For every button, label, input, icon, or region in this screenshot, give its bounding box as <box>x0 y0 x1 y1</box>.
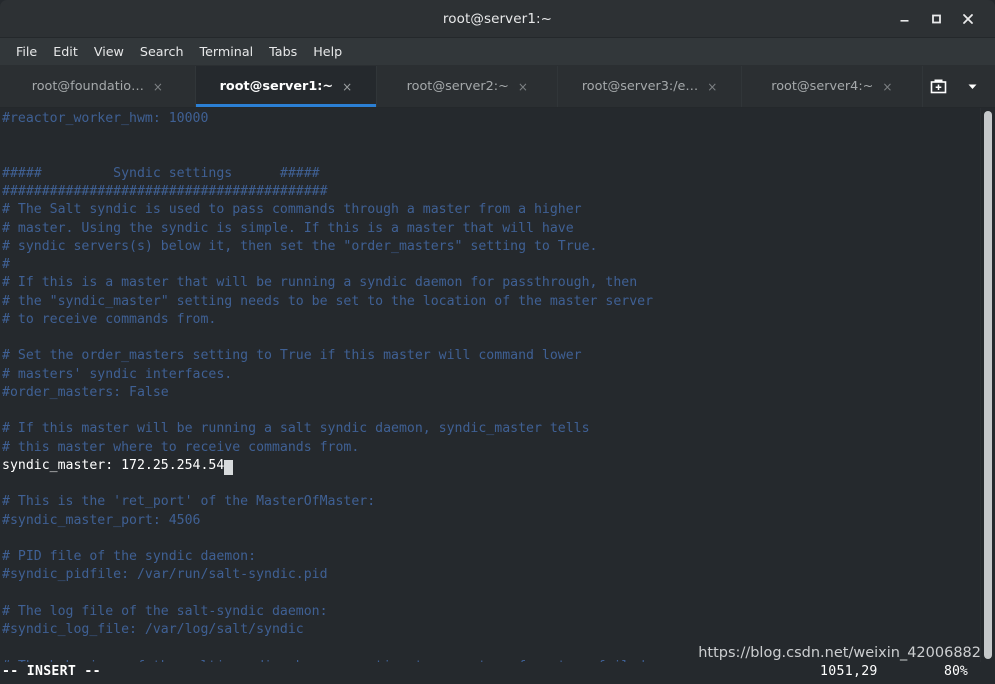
terminal-line: # The Salt syndic is used to pass comman… <box>2 202 582 218</box>
terminal-line: ##### Syndic settings ##### <box>2 165 320 181</box>
terminal-line: # syndic servers(s) below it, then set t… <box>2 238 598 254</box>
tab-label: root@server3:/e… <box>581 79 699 94</box>
menu-item-help[interactable]: Help <box>305 41 350 62</box>
window-controls <box>889 6 995 32</box>
tab-root-server1[interactable]: root@server1:~ × <box>195 66 378 107</box>
close-icon[interactable]: × <box>707 81 717 93</box>
menu-item-edit[interactable]: Edit <box>45 41 86 62</box>
terminal-text-viewport[interactable]: #reactor_worker_hwm: 10000 ##### Syndic … <box>0 108 980 662</box>
terminal-line: #syndic_master_port: 4506 <box>2 512 201 528</box>
close-icon[interactable]: × <box>153 81 163 93</box>
scrollbar-thumb[interactable] <box>984 111 992 659</box>
terminal-line: #order_masters: False <box>2 384 169 400</box>
tab-root-server3[interactable]: root@server3:/e… × <box>558 66 742 107</box>
vim-mode-indicator: -- INSERT -- <box>2 664 101 679</box>
menu-item-file[interactable]: File <box>8 41 45 62</box>
title-bar: root@server1:~ <box>0 0 995 38</box>
close-icon[interactable]: × <box>882 81 892 93</box>
terminal-line: # to receive commands from. <box>2 311 217 327</box>
chevron-down-icon[interactable] <box>957 72 987 102</box>
terminal-line: # If this is a master that will be runni… <box>2 275 638 291</box>
terminal-line: # PID file of the syndic daemon: <box>2 549 257 564</box>
terminal-scrollbar[interactable] <box>980 108 995 662</box>
menu-item-tabs[interactable]: Tabs <box>261 41 305 62</box>
file-percent: 80% <box>944 664 968 679</box>
close-icon[interactable]: × <box>342 81 352 93</box>
terminal-line: syndic_master: 172.25.254.54 <box>2 457 980 475</box>
terminal-line: #syndic_log_file: /var/log/salt/syndic <box>2 622 304 637</box>
close-button[interactable] <box>953 6 983 32</box>
menu-bar: File Edit View Search Terminal Tabs Help <box>0 38 995 66</box>
terminal-line: # master. Using the syndic is simple. If… <box>2 220 574 236</box>
maximize-button[interactable] <box>921 6 951 32</box>
text-cursor <box>224 459 233 475</box>
tab-label: root@server2:~ <box>406 79 509 94</box>
terminal-line: # If this master will be running a salt … <box>2 421 590 437</box>
tab-label: root@server1:~ <box>219 79 334 94</box>
terminal-line: # the "syndic_master" setting needs to b… <box>2 293 654 309</box>
terminal-area[interactable]: #reactor_worker_hwm: 10000 ##### Syndic … <box>0 108 995 662</box>
cursor-position: 1051,29 <box>820 664 878 679</box>
tab-label: root@foundatio… <box>31 79 144 94</box>
tab-root-foundation[interactable]: root@foundatio… × <box>0 66 196 107</box>
tab-label: root@server4:~ <box>771 79 874 94</box>
terminal-line: # this master where to receive commands … <box>2 439 360 455</box>
menu-item-search[interactable]: Search <box>132 41 192 62</box>
vim-status-bar: -- INSERT -- 1051,29 80% <box>0 662 995 684</box>
tab-root-server2[interactable]: root@server2:~ × <box>377 66 559 107</box>
terminal-line: #syndic_pidfile: /var/run/salt-syndic.pi… <box>2 567 328 583</box>
terminal-line: #reactor_worker_hwm: 10000 <box>2 111 209 126</box>
minimize-button[interactable] <box>889 6 919 32</box>
menu-item-view[interactable]: View <box>86 41 132 62</box>
new-tab-icon[interactable] <box>923 72 953 102</box>
terminal-lines: #reactor_worker_hwm: 10000 ##### Syndic … <box>2 110 980 662</box>
tab-bar: root@foundatio… × root@server1:~ × root@… <box>0 66 995 108</box>
terminal-window: root@server1:~ File Edit View Search Ter… <box>0 0 995 684</box>
window-title: root@server1:~ <box>442 10 553 27</box>
close-icon[interactable]: × <box>518 81 528 93</box>
terminal-line: # Set the order_masters setting to True … <box>2 348 582 364</box>
tab-root-server4[interactable]: root@server4:~ × <box>742 66 924 107</box>
terminal-line: ########################################… <box>2 184 328 199</box>
terminal-line: # masters' syndic interfaces. <box>2 366 233 382</box>
terminal-line: # <box>2 257 10 272</box>
menu-item-terminal[interactable]: Terminal <box>192 41 262 62</box>
tab-bar-actions <box>923 66 995 107</box>
terminal-line: # The log file of the salt-syndic daemon… <box>2 603 328 619</box>
terminal-line: # This is the 'ret_port' of the MasterOf… <box>2 494 376 510</box>
